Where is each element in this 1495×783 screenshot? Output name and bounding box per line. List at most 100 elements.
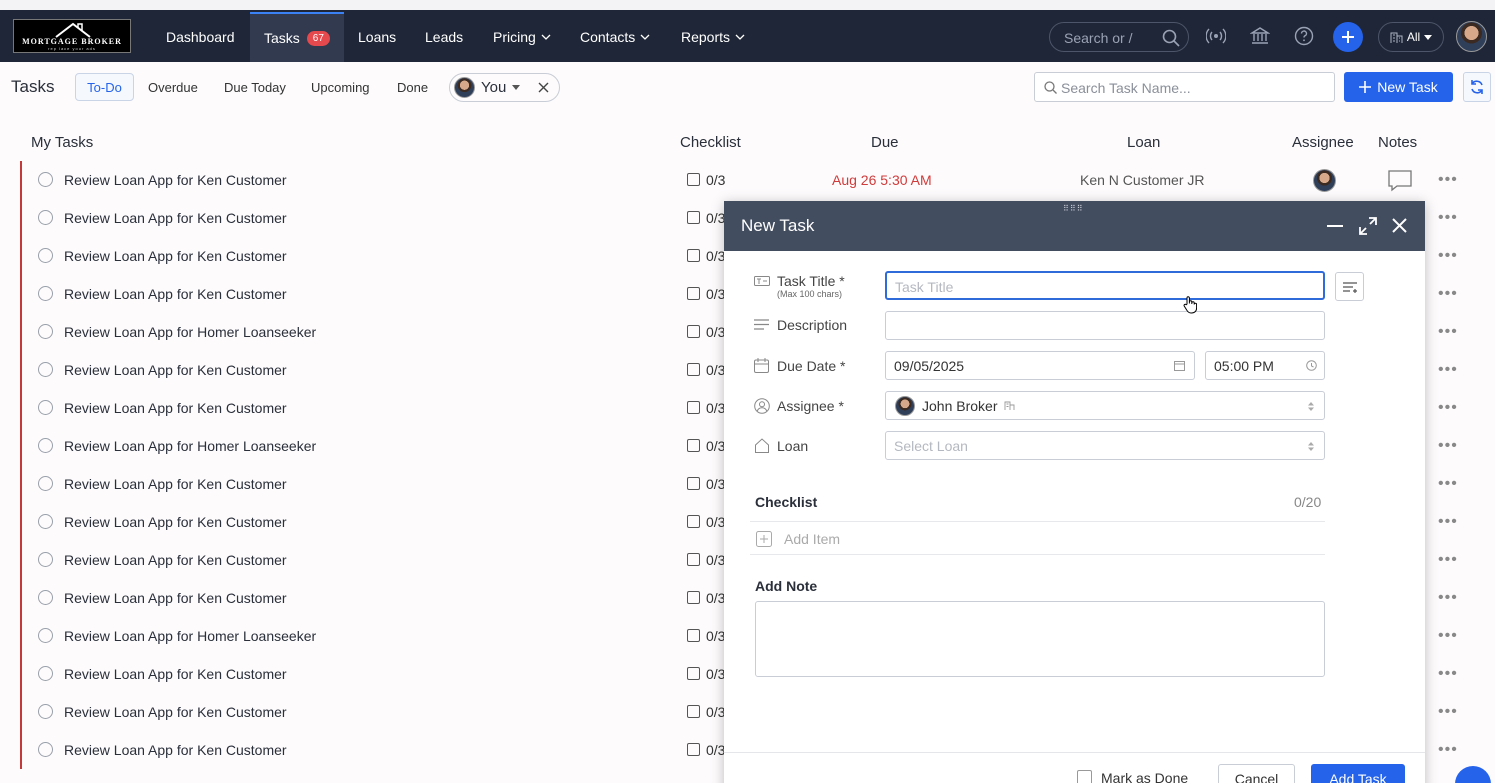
more-options-icon[interactable]: ••• (1438, 361, 1458, 379)
cancel-button[interactable]: Cancel (1218, 764, 1295, 783)
checklist-checkbox[interactable] (687, 553, 700, 566)
checklist-checkbox[interactable] (687, 325, 700, 338)
minimize-icon[interactable] (1327, 225, 1343, 228)
complete-radio[interactable] (38, 210, 53, 225)
more-options-icon[interactable]: ••• (1438, 475, 1458, 493)
complete-radio[interactable] (38, 590, 53, 605)
more-options-icon[interactable]: ••• (1438, 513, 1458, 531)
col-header-loan[interactable]: Loan (1127, 134, 1160, 151)
assignee-select[interactable]: John Broker (885, 391, 1325, 420)
col-header-checklist[interactable]: Checklist (680, 134, 741, 151)
clock-icon[interactable] (1306, 360, 1317, 371)
complete-radio[interactable] (38, 476, 53, 491)
task-title[interactable]: Review Loan App for Ken Customer (64, 666, 287, 682)
complete-radio[interactable] (38, 362, 53, 377)
add-task-button[interactable]: Add Task (1311, 764, 1405, 783)
comment-icon[interactable] (1388, 170, 1412, 192)
more-options-icon[interactable]: ••• (1438, 171, 1458, 189)
nav-loans[interactable]: Loans (344, 12, 410, 62)
checklist-checkbox[interactable] (687, 743, 700, 756)
expand-icon[interactable] (1359, 217, 1377, 235)
task-title[interactable]: Review Loan App for Homer Loanseeker (64, 628, 316, 644)
checklist-checkbox[interactable] (687, 667, 700, 680)
close-icon[interactable] (1392, 218, 1407, 233)
checklist-checkbox[interactable] (687, 477, 700, 490)
complete-radio[interactable] (38, 324, 53, 339)
more-options-icon[interactable]: ••• (1438, 437, 1458, 455)
task-title[interactable]: Review Loan App for Ken Customer (64, 742, 287, 758)
checklist-checkbox[interactable] (687, 363, 700, 376)
complete-radio[interactable] (38, 666, 53, 681)
task-title[interactable]: Review Loan App for Ken Customer (64, 172, 287, 188)
more-options-icon[interactable]: ••• (1438, 703, 1458, 721)
help-icon[interactable] (1294, 26, 1314, 46)
assignee-avatar[interactable] (1313, 169, 1336, 192)
checklist-checkbox[interactable] (687, 173, 700, 186)
checklist-checkbox[interactable] (687, 629, 700, 642)
table-row[interactable]: Review Loan App for Ken Customer 0/3 Aug 2… (20, 161, 1490, 199)
task-title[interactable]: Review Loan App for Ken Customer (64, 552, 287, 568)
checklist-checkbox[interactable] (687, 705, 700, 718)
loan-name[interactable]: Ken N Customer JR (1080, 172, 1204, 188)
tab-due-today[interactable]: Due Today (214, 73, 296, 101)
task-templates-button[interactable] (1335, 272, 1364, 301)
add-checklist-item[interactable]: Add Item (750, 521, 1325, 555)
note-textarea[interactable] (755, 601, 1325, 677)
task-search-input[interactable]: Search Task Name... (1034, 72, 1335, 102)
more-options-icon[interactable]: ••• (1438, 741, 1458, 759)
task-title[interactable]: Review Loan App for Ken Customer (64, 248, 287, 264)
drag-handle-icon[interactable]: ⠿⠿⠿ (1063, 204, 1084, 213)
nav-contacts[interactable]: Contacts (566, 12, 664, 62)
complete-radio[interactable] (38, 704, 53, 719)
complete-radio[interactable] (38, 172, 53, 187)
complete-radio[interactable] (38, 552, 53, 567)
description-input[interactable] (885, 311, 1325, 340)
nav-leads[interactable]: Leads (411, 12, 477, 62)
scope-select[interactable]: All (1378, 22, 1444, 52)
user-avatar[interactable] (1456, 21, 1487, 52)
complete-radio[interactable] (38, 514, 53, 529)
assignee-filter-chip[interactable]: You (449, 73, 560, 102)
task-title[interactable]: Review Loan App for Ken Customer (64, 514, 287, 530)
complete-radio[interactable] (38, 742, 53, 757)
complete-radio[interactable] (38, 248, 53, 263)
checklist-checkbox[interactable] (687, 287, 700, 300)
task-title[interactable]: Review Loan App for Ken Customer (64, 590, 287, 606)
nav-dashboard[interactable]: Dashboard (152, 12, 249, 62)
due-date-input[interactable]: 09/05/2025 (885, 351, 1195, 380)
complete-radio[interactable] (38, 628, 53, 643)
task-title[interactable]: Review Loan App for Ken Customer (64, 210, 287, 226)
more-options-icon[interactable]: ••• (1438, 627, 1458, 645)
tab-done[interactable]: Done (387, 73, 438, 101)
new-task-button[interactable]: New Task (1344, 72, 1453, 102)
due-time-input[interactable]: 05:00 PM (1205, 351, 1325, 380)
brand-logo[interactable]: MORTGAGE BROKER rep lace your ads (13, 19, 131, 53)
task-title[interactable]: Review Loan App for Homer Loanseeker (64, 438, 316, 454)
quick-add-button[interactable] (1333, 22, 1363, 52)
global-search[interactable]: Search or / (1049, 22, 1189, 52)
more-options-icon[interactable]: ••• (1438, 247, 1458, 265)
mark-done-checkbox[interactable] (1077, 770, 1092, 783)
task-title[interactable]: Review Loan App for Ken Customer (64, 400, 287, 416)
calendar-icon[interactable] (1174, 360, 1185, 371)
checklist-checkbox[interactable] (687, 515, 700, 528)
loan-select[interactable]: Select Loan (885, 431, 1325, 460)
checklist-checkbox[interactable] (687, 591, 700, 604)
more-options-icon[interactable]: ••• (1438, 589, 1458, 607)
nav-pricing[interactable]: Pricing (479, 12, 565, 62)
close-icon[interactable] (538, 82, 549, 93)
mark-done-label[interactable]: Mark as Done (1101, 770, 1188, 783)
task-title[interactable]: Review Loan App for Ken Customer (64, 286, 287, 302)
nav-reports[interactable]: Reports (667, 12, 759, 62)
task-title[interactable]: Review Loan App for Homer Loanseeker (64, 324, 316, 340)
tab-upcoming[interactable]: Upcoming (301, 73, 380, 101)
task-title[interactable]: Review Loan App for Ken Customer (64, 476, 287, 492)
refresh-button[interactable] (1463, 72, 1491, 102)
col-header-assignee[interactable]: Assignee (1292, 134, 1354, 151)
dialog-header[interactable]: ⠿⠿⠿ New Task (724, 201, 1425, 251)
col-header-notes[interactable]: Notes (1378, 134, 1417, 151)
complete-radio[interactable] (38, 438, 53, 453)
more-options-icon[interactable]: ••• (1438, 665, 1458, 683)
checklist-checkbox[interactable] (687, 401, 700, 414)
checklist-checkbox[interactable] (687, 249, 700, 262)
